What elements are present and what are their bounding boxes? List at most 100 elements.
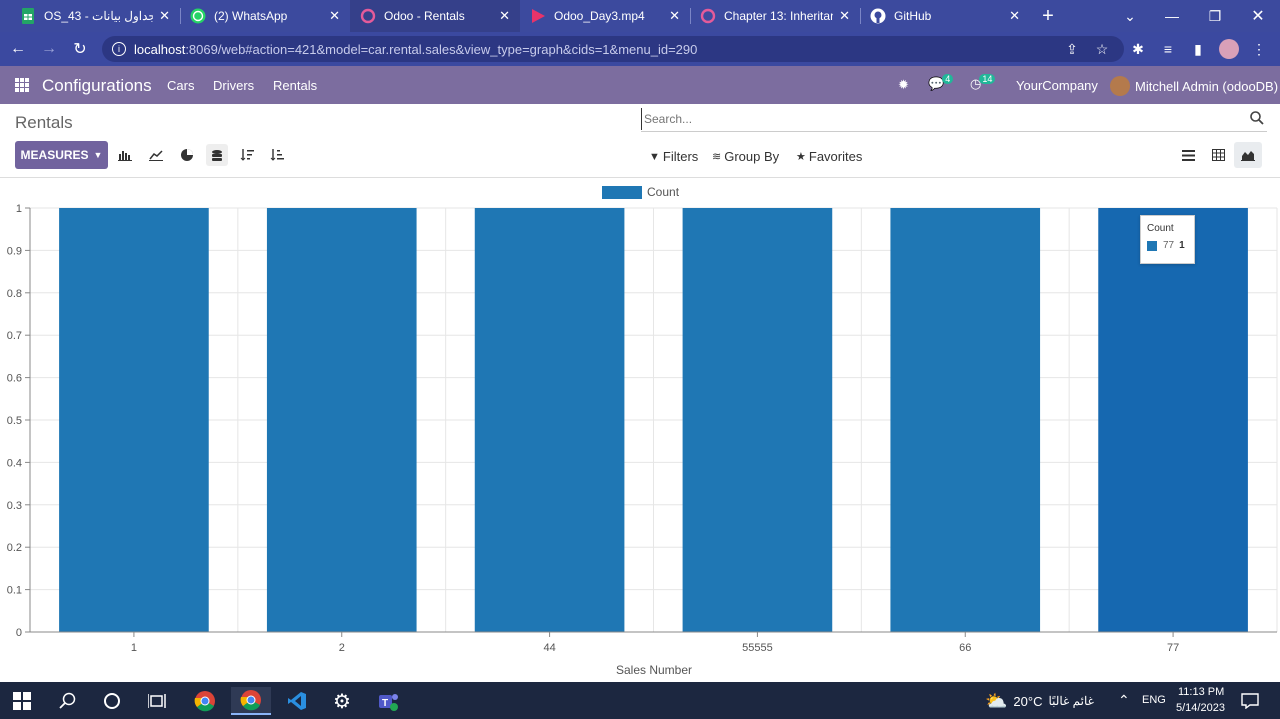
stack-icon — [212, 149, 222, 161]
tooltip-label: 77 — [1163, 240, 1175, 251]
sort-descending-button[interactable] — [236, 144, 258, 166]
side-panel-icon[interactable]: ▮ — [1186, 37, 1210, 61]
minimize-button[interactable]: — — [1150, 0, 1194, 32]
y-tick-label: 0.6 — [7, 373, 22, 385]
cortana-button[interactable] — [92, 687, 132, 715]
close-icon[interactable]: ✕ — [1009, 8, 1020, 24]
x-tick-label: 1 — [131, 642, 137, 654]
x-tick-label: 44 — [543, 642, 555, 654]
tab-whatsapp[interactable]: (2) WhatsApp ✕ — [180, 0, 350, 32]
profile-avatar[interactable] — [1217, 37, 1241, 61]
filters-button[interactable]: ▼ Filters — [649, 149, 698, 164]
chevron-up-icon[interactable]: ⌃ — [1118, 692, 1130, 709]
weather-widget[interactable]: ⛅ 20°C غائم غالبًا — [985, 687, 1105, 715]
debug-bug-icon[interactable]: ✹ — [898, 77, 909, 93]
company-switcher[interactable]: YourCompany — [1016, 78, 1098, 93]
sheets-icon — [20, 8, 36, 24]
favorites-button[interactable]: ★ Favorites — [796, 149, 862, 164]
close-icon[interactable]: ✕ — [499, 8, 510, 24]
bar-chart-icon — [118, 151, 132, 161]
search-input[interactable] — [641, 108, 1231, 130]
measures-button[interactable]: MEASURES ▼ — [15, 141, 108, 169]
weather-temp: 20°C — [1013, 693, 1043, 709]
bar-chart-button[interactable] — [114, 144, 136, 166]
bar — [1098, 208, 1248, 632]
tab-title: Odoo_Day3.mp4 — [554, 9, 645, 23]
list-icon — [1181, 149, 1195, 161]
tab-sheets[interactable]: OS_43 - جداول بيانات G ✕ — [10, 0, 180, 32]
menu-item-drivers[interactable]: Drivers — [213, 78, 254, 93]
chart-tooltip: Count 77 1 — [1140, 215, 1195, 264]
browser-menu-icon[interactable]: ⋮ — [1247, 37, 1271, 61]
notifications-button[interactable] — [1230, 687, 1270, 715]
language-indicator[interactable]: ENG — [1142, 694, 1166, 706]
search-icon[interactable] — [1249, 110, 1265, 126]
clock-date[interactable]: 5/14/2023 — [1176, 702, 1225, 714]
line-chart-button[interactable] — [145, 144, 167, 166]
close-window-button[interactable]: ✕ — [1236, 0, 1280, 32]
messages-menu[interactable]: 💬 4 — [928, 74, 954, 92]
menu-item-rentals[interactable]: Rentals — [273, 78, 317, 93]
site-info-icon[interactable]: i — [112, 42, 126, 56]
menu-item-cars[interactable]: Cars — [167, 78, 194, 93]
clock-time[interactable]: 11:13 PM — [1178, 686, 1224, 698]
partly-cloudy-icon: ⛅ — [985, 690, 1008, 711]
pivot-view-button[interactable] — [1204, 142, 1232, 168]
browser-toolbar: ← → ↻ i localhost:8069/web#action=421&mo… — [0, 32, 1280, 66]
filter-icon: ▼ — [649, 150, 660, 163]
tab-odoo-rentals[interactable]: Odoo - Rentals ✕ — [350, 0, 520, 32]
y-tick-label: 0 — [16, 627, 22, 639]
chrome-taskbar-icon[interactable] — [185, 687, 225, 715]
teams-taskbar-icon[interactable]: T — [368, 687, 408, 715]
bookmark-star-icon[interactable]: ☆ — [1090, 37, 1114, 61]
restore-button[interactable]: ❐ — [1193, 0, 1237, 32]
sort-ascending-button[interactable] — [266, 144, 288, 166]
y-tick-label: 1 — [16, 203, 22, 215]
close-icon[interactable]: ✕ — [159, 8, 170, 24]
vscode-taskbar-icon[interactable] — [277, 687, 317, 715]
tooltip-row: 77 1 — [1147, 240, 1188, 251]
apps-menu-icon[interactable] — [15, 78, 29, 92]
user-menu[interactable]: Mitchell Admin (odooDB) — [1110, 76, 1278, 96]
vscode-icon — [288, 692, 306, 710]
pie-chart-button[interactable] — [176, 144, 198, 166]
extensions-icon[interactable]: ✱ — [1126, 37, 1150, 61]
address-bar[interactable]: i localhost:8069/web#action=421&model=ca… — [102, 36, 1124, 62]
x-tick-label: 77 — [1167, 642, 1179, 654]
graph-view-button[interactable] — [1234, 142, 1262, 168]
reload-button[interactable]: ↻ — [68, 37, 92, 61]
close-icon[interactable]: ✕ — [329, 8, 340, 24]
new-tab-button[interactable]: + — [1026, 0, 1070, 32]
measures-label: MEASURES — [20, 148, 89, 162]
back-button[interactable]: ← — [6, 37, 30, 61]
media-control-icon[interactable]: ≡ — [1156, 37, 1180, 61]
close-icon[interactable]: ✕ — [669, 8, 680, 24]
task-view-button[interactable] — [137, 687, 177, 715]
odoo-icon — [700, 8, 716, 24]
search-taskbar-button[interactable] — [48, 687, 88, 715]
weather-text: غائم غالبًا — [1048, 694, 1094, 708]
share-icon[interactable]: ⇪ — [1060, 37, 1084, 61]
forward-button[interactable]: → — [37, 37, 61, 61]
app-name[interactable]: Configurations — [42, 76, 152, 96]
start-button[interactable] — [2, 687, 42, 715]
odoo-icon — [360, 8, 376, 24]
chrome-icon — [194, 691, 215, 712]
tab-github[interactable]: GitHub ✕ — [860, 0, 1030, 32]
notification-icon — [1241, 693, 1259, 709]
tab-video[interactable]: Odoo_Day3.mp4 ✕ — [520, 0, 690, 32]
bar — [474, 208, 625, 632]
chrome-active-taskbar-icon[interactable] — [231, 687, 271, 715]
group-by-button[interactable]: ≋ Group By — [712, 149, 779, 164]
settings-taskbar-icon[interactable]: ⚙ — [322, 687, 362, 715]
stacked-toggle-button[interactable] — [206, 144, 228, 166]
activities-menu[interactable]: ◷ 14 — [970, 74, 996, 92]
graph-view: Count 0 0.1 0.2 0.3 0.4 0.5 0.6 0.7 0.8 0.9 1 1 2 44 55… — [0, 178, 1280, 682]
tab-search-button[interactable]: ⌄ — [1108, 0, 1152, 32]
bar — [682, 208, 833, 632]
star-icon: ★ — [796, 151, 806, 163]
tab-chapter[interactable]: Chapter 13: Inheritanc ✕ — [690, 0, 860, 32]
y-tick-label: 0.9 — [7, 245, 22, 257]
list-view-button[interactable] — [1174, 142, 1202, 168]
close-icon[interactable]: ✕ — [839, 8, 850, 24]
